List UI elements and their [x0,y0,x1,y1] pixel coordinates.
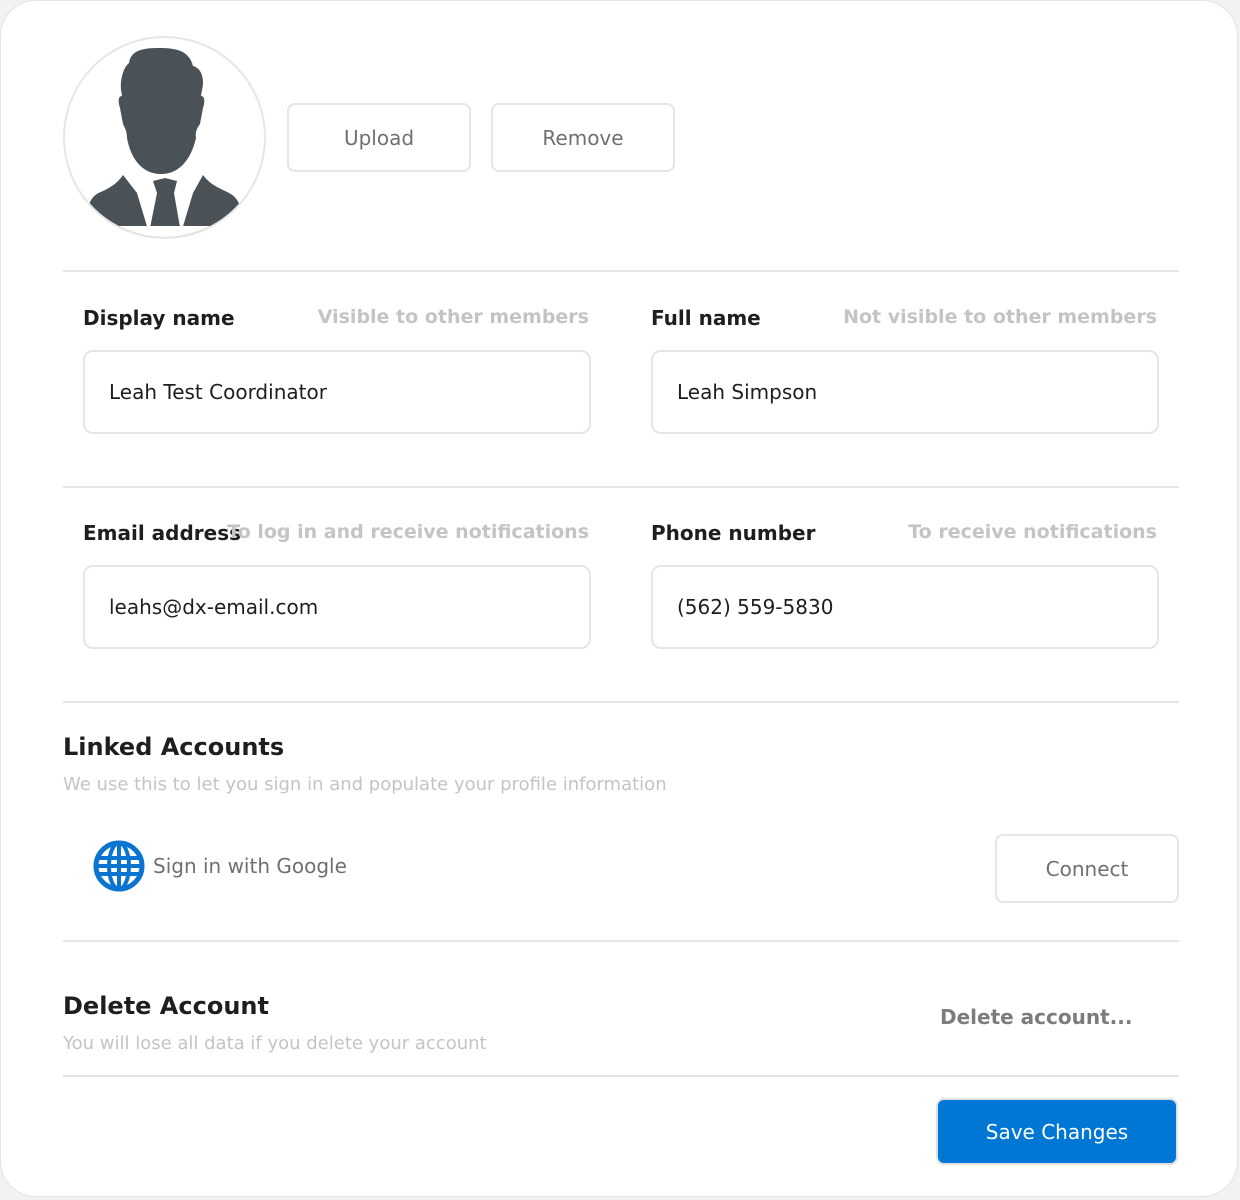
avatar [63,36,266,239]
divider [63,701,1179,703]
divider [63,270,1179,272]
save-changes-button[interactable]: Save Changes [936,1098,1178,1165]
divider [63,1075,1179,1077]
display-name-input[interactable] [83,350,591,434]
linked-accounts-subtitle: We use this to let you sign in and popul… [63,774,667,795]
delete-account-link[interactable]: Delete account... [940,1005,1132,1029]
full-name-label: Full name [651,306,761,330]
phone-hint: To receive notifications [908,521,1157,543]
remove-photo-button[interactable]: Remove [491,103,675,172]
email-input[interactable] [83,565,591,649]
display-name-hint: Visible to other members [317,306,589,328]
phone-input[interactable] [651,565,1159,649]
divider [63,486,1179,488]
linked-accounts-title: Linked Accounts [63,733,285,761]
upload-photo-button[interactable]: Upload [287,103,471,172]
divider [63,940,1179,942]
email-label: Email address [83,521,242,545]
full-name-input[interactable] [651,350,1159,434]
delete-account-title: Delete Account [63,992,269,1020]
person-silhouette-icon [65,48,264,237]
email-hint: To log in and receive notifications [227,521,589,543]
profile-settings-card: Upload Remove Display name Visible to ot… [0,0,1238,1197]
google-provider-label: Sign in with Google [153,854,347,878]
display-name-label: Display name [83,306,235,330]
phone-label: Phone number [651,521,816,545]
google-provider-row: Sign in with Google [93,839,347,893]
globe-icon [93,840,145,892]
full-name-hint: Not visible to other members [843,306,1157,328]
delete-account-subtitle: You will lose all data if you delete you… [63,1033,487,1054]
connect-google-button[interactable]: Connect [995,834,1179,903]
